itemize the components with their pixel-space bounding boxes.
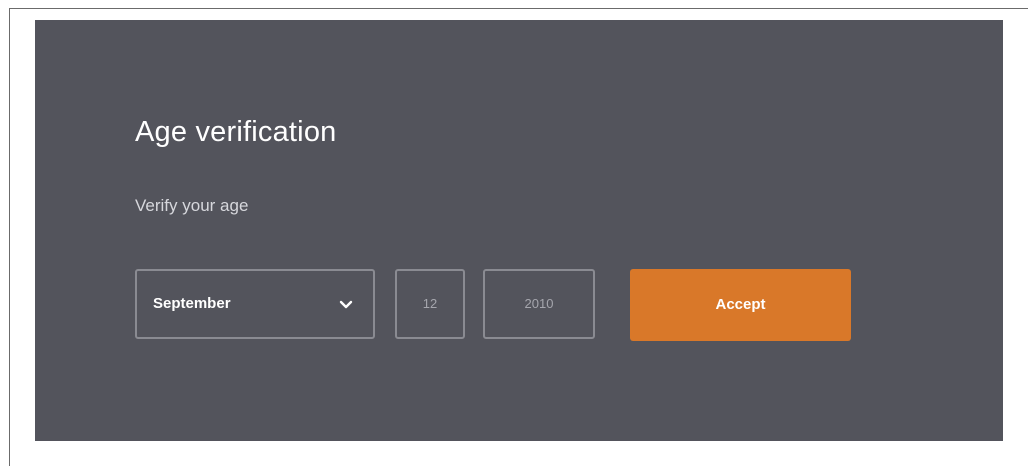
page-title: Age verification bbox=[135, 116, 337, 148]
page: Age verification Verify your age Septemb… bbox=[0, 0, 1028, 466]
day-input[interactable]: 12 bbox=[395, 269, 465, 339]
age-verification-panel: Age verification Verify your age Septemb… bbox=[35, 20, 1003, 441]
month-select[interactable]: September bbox=[135, 269, 375, 339]
subtitle: Verify your age bbox=[135, 196, 249, 215]
year-input[interactable]: 2010 bbox=[483, 269, 595, 339]
frame-border-top bbox=[9, 8, 1028, 9]
accept-button[interactable]: Accept bbox=[630, 269, 851, 341]
frame-border-left bbox=[9, 8, 10, 466]
chevron-down-icon bbox=[339, 300, 353, 309]
month-select-value: September bbox=[153, 295, 231, 312]
